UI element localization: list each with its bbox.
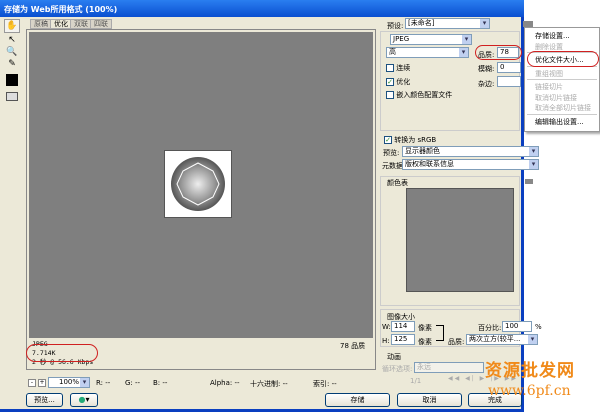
highlight-annotation — [26, 344, 98, 362]
optimized-checkbox[interactable]: ✓ 优化 — [386, 77, 410, 87]
height-unit: 像素 — [418, 338, 432, 346]
width-label: W: — [382, 323, 391, 331]
blur-input[interactable]: 0 — [497, 62, 521, 73]
menu-item[interactable]: 取消切片链接 — [525, 92, 599, 103]
height-input[interactable]: 125 — [391, 334, 415, 345]
preset-label: 预设: — [387, 22, 404, 30]
highlight-annotation — [475, 45, 522, 60]
menu-separator — [527, 79, 597, 80]
eyedropper-color-swatch[interactable] — [6, 74, 18, 86]
color-table — [406, 188, 514, 292]
browser-select[interactable]: ●▾ — [70, 393, 98, 407]
percent-label: 百分比: — [478, 324, 502, 332]
matte-label: 杂边: — [478, 80, 495, 88]
width-input[interactable]: 114 — [391, 321, 415, 332]
menu-separator — [527, 113, 597, 115]
zoom-select[interactable]: 100% — [48, 377, 90, 388]
menu-item[interactable]: 编辑输出设置... — [525, 116, 599, 127]
menu-item[interactable]: 存储设置... — [525, 30, 599, 41]
height-label: H: — [382, 337, 390, 345]
menu-item[interactable]: 重组视图 — [525, 68, 599, 79]
hex-readout: 十六进制: -- — [250, 380, 288, 388]
percent-input[interactable]: 100 — [502, 321, 532, 332]
diamond-image — [164, 150, 232, 218]
menu-item[interactable]: 取消全部切片链接 — [525, 102, 599, 113]
tab-original[interactable]: 原稿 — [30, 19, 52, 29]
panel-popup-menu: 存储设置... 删除设置 优化文件大小... 重组视图 链接切片 取消切片链接 取消全部切片… — [524, 27, 600, 132]
format-select[interactable]: JPEG — [390, 34, 472, 45]
r-readout: R: -- — [96, 379, 111, 387]
color-table-menu-button[interactable] — [525, 179, 533, 184]
metadata-select[interactable]: 版权和联系信息 — [402, 159, 539, 170]
toggle-slices-icon[interactable] — [6, 92, 18, 101]
watermark-text: 资源批发网 — [485, 361, 575, 381]
embed-profile-checkbox[interactable]: 嵌入颜色配置文件 — [386, 90, 452, 100]
hand-icon[interactable]: ✋ — [4, 19, 20, 33]
blur-label: 模糊: — [478, 65, 495, 73]
b-readout: B: -- — [153, 379, 168, 387]
resample-quality-select[interactable]: 两次立方(较平... — [466, 334, 538, 345]
constrain-proportions-icon[interactable] — [436, 325, 444, 341]
g-readout: G: -- — [125, 379, 141, 387]
tab-2up[interactable]: 双联 — [70, 19, 92, 29]
menu-item[interactable]: 链接切片 — [525, 81, 599, 92]
color-table-title: 颜色表 — [387, 179, 408, 187]
alpha-readout: Alpha: -- — [210, 379, 240, 387]
cancel-button[interactable]: 取消 — [397, 393, 462, 407]
zoom-out-button[interactable]: - — [28, 379, 36, 387]
quality-info: 78 品质 — [340, 342, 366, 350]
preview-button[interactable]: 预览... — [26, 393, 63, 407]
watermark-url: www.6pf.cn — [488, 383, 571, 399]
resample-quality-label: 品质: — [448, 338, 465, 346]
progressive-checkbox[interactable]: 连续 — [386, 63, 410, 73]
frame-counter: 1/1 — [410, 377, 422, 385]
eyedropper-icon[interactable]: ✎ — [4, 58, 20, 72]
animation-title: 动画 — [387, 353, 401, 361]
width-unit: 像素 — [418, 324, 432, 332]
index-readout: 索引: -- — [313, 380, 337, 388]
preset-select[interactable]: [未命名] — [405, 18, 490, 29]
matte-select[interactable] — [497, 76, 521, 87]
save-button[interactable]: 存储 — [325, 393, 390, 407]
quality-preset-select[interactable]: 高 — [386, 47, 469, 58]
loop-label: 循环选项: — [382, 365, 413, 373]
convert-srgb-checkbox[interactable]: ✓ 转换为 sRGB — [384, 135, 436, 145]
highlight-annotation — [527, 51, 599, 67]
title-bar: 存储为 Web所用格式 (100%) — [0, 0, 524, 17]
percent-sign: % — [535, 323, 542, 331]
menu-item[interactable]: 删除设置 — [525, 41, 599, 52]
tab-4up[interactable]: 四联 — [90, 19, 112, 29]
browser-icon: ● — [78, 395, 86, 404]
zoom-in-button[interactable]: + — [38, 379, 46, 387]
preview-color-select[interactable]: 显示器颜色 — [402, 146, 539, 157]
preview-label: 预览: — [383, 149, 400, 157]
loop-select[interactable]: 永远 — [414, 362, 484, 373]
tab-optimized[interactable]: 优化 — [50, 19, 72, 29]
